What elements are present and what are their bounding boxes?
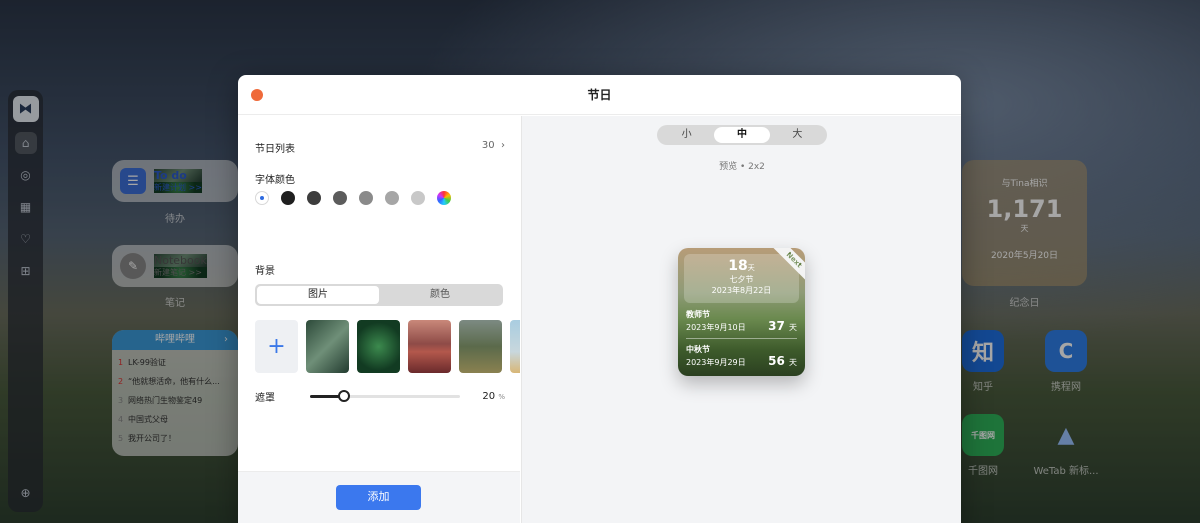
next-holiday-date: 2023年8月22日	[711, 286, 772, 295]
color-swatch[interactable]	[411, 191, 425, 205]
size-toggle: 小 中 大	[657, 125, 827, 145]
holiday-widget-modal: 节日 节日列表 30 › 字体颜色 背景 图片 颜色 + 遮罩 20 % 添加 …	[238, 75, 961, 523]
next-holiday-days: 18天	[728, 258, 755, 274]
next-holiday-name: 七夕节	[729, 275, 754, 284]
slider-handle[interactable]	[337, 390, 350, 402]
font-color-picker	[255, 191, 451, 205]
holiday-count: 30 ›	[481, 140, 505, 151]
font-color-label: 字体颜色	[255, 175, 295, 186]
background-thumbnail[interactable]	[357, 320, 400, 373]
background-thumbnail[interactable]	[459, 320, 502, 373]
tab-image[interactable]: 图片	[257, 286, 379, 304]
settings-pane: 节日列表 30 › 字体颜色 背景 图片 颜色 + 遮罩 20 % 添加	[238, 116, 520, 523]
size-large[interactable]: 大	[770, 127, 825, 143]
background-thumbnail[interactable]	[306, 320, 349, 373]
size-medium[interactable]: 中	[714, 127, 770, 143]
color-swatch[interactable]	[359, 191, 373, 205]
mask-row: 遮罩 20 %	[255, 389, 505, 404]
background-thumbnail[interactable]	[408, 320, 451, 373]
color-swatch-white[interactable]	[255, 191, 269, 205]
color-swatch[interactable]	[307, 191, 321, 205]
holiday-list-row[interactable]: 节日列表 30 ›	[255, 140, 505, 155]
add-button[interactable]: 添加	[336, 485, 421, 510]
preview-caption: 预览 • 2x2	[719, 162, 765, 172]
modal-title: 节日	[587, 88, 612, 102]
holiday-list-label: 节日列表	[255, 144, 295, 155]
color-wheel-icon[interactable]	[437, 191, 451, 205]
modal-footer: 添加	[238, 471, 520, 523]
preview-pane: 小 中 大 预览 • 2x2 Next 18天 七夕节 2023年8月22日 教…	[521, 116, 961, 523]
background-thumbnail[interactable]	[510, 320, 520, 373]
add-image-button[interactable]: +	[255, 320, 298, 373]
holiday-widget-preview: Next 18天 七夕节 2023年8月22日 教师节 2023年9月10日 3…	[678, 248, 805, 376]
color-swatch[interactable]	[385, 191, 399, 205]
background-type-toggle: 图片 颜色	[255, 284, 503, 306]
modal-header: 节日	[238, 75, 961, 115]
mask-value: 20 %	[482, 390, 505, 402]
next-holiday-card: 18天 七夕节 2023年8月22日	[684, 254, 799, 303]
close-icon[interactable]	[251, 89, 263, 101]
background-label: 背景	[255, 266, 275, 277]
mask-slider[interactable]	[310, 389, 460, 403]
color-swatch[interactable]	[281, 191, 295, 205]
tab-color[interactable]: 颜色	[379, 286, 501, 304]
holiday-row: 中秋节 2023年9月29日 56 天	[686, 345, 797, 368]
background-thumbnails: +	[255, 320, 520, 373]
size-small[interactable]: 小	[659, 127, 714, 143]
color-swatch[interactable]	[333, 191, 347, 205]
holiday-row: 教师节 2023年9月10日 37 天	[686, 310, 797, 333]
divider	[686, 338, 797, 339]
mask-label: 遮罩	[255, 392, 275, 404]
chevron-right-icon: ›	[501, 140, 505, 151]
